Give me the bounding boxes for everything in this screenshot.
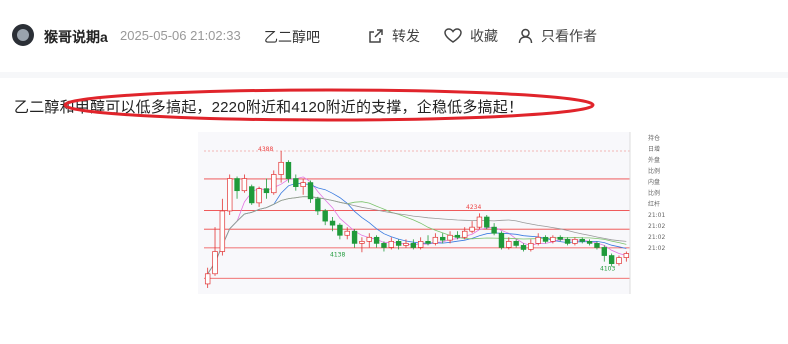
candle-body	[388, 241, 394, 248]
favorite-label: 收藏	[470, 28, 498, 44]
price-label: 4138	[330, 251, 345, 258]
candle-body	[454, 234, 461, 238]
candle-body	[307, 182, 314, 200]
side-label: 21:02	[648, 223, 665, 230]
candle-body	[586, 241, 593, 244]
author-only-label: 只看作者	[541, 28, 597, 44]
candle-body	[564, 238, 571, 244]
moving-average-line	[207, 196, 627, 275]
chart-image[interactable]: 438843190.80942410.61841950.50041490.382…	[198, 132, 680, 294]
candle-body	[608, 255, 615, 265]
candle-body	[528, 243, 534, 250]
divider	[0, 72, 788, 78]
candle-body	[520, 245, 527, 250]
candle-body	[271, 174, 277, 194]
candle-body	[315, 198, 321, 212]
side-label: 日增	[648, 145, 660, 153]
candle-body	[462, 230, 468, 238]
candle-body	[542, 236, 549, 242]
candle-body	[403, 243, 409, 246]
candle-body	[366, 236, 372, 242]
post-timestamp: 2025-05-06 21:02:33	[120, 28, 241, 43]
side-label: 21:01	[648, 212, 665, 219]
candle-body	[469, 226, 475, 232]
moving-average-line	[207, 176, 627, 275]
candle-body	[344, 230, 350, 236]
side-label: 内盘	[648, 178, 660, 186]
candle-body	[432, 236, 439, 244]
candle-body	[484, 216, 490, 228]
candle-body	[204, 273, 211, 285]
candle-body	[322, 210, 328, 222]
share-icon	[369, 29, 383, 43]
candle-body	[557, 236, 563, 240]
candle-body	[293, 178, 299, 187]
candle-body	[550, 236, 556, 242]
moving-average-line	[207, 182, 627, 275]
candle-body	[241, 178, 248, 192]
side-label: 外盘	[648, 156, 660, 164]
candle-body	[285, 161, 292, 179]
candle-body	[381, 243, 387, 248]
candle-body	[263, 188, 270, 194]
heart-icon	[444, 28, 462, 43]
candle-body	[594, 243, 600, 248]
candle-body	[498, 232, 505, 248]
candle-body	[256, 188, 262, 204]
candle-body	[219, 210, 226, 252]
candle-body	[249, 186, 255, 204]
candle-body	[300, 182, 306, 187]
candle-body	[572, 238, 578, 244]
side-label: 21:02	[648, 234, 665, 241]
candle-body	[278, 161, 284, 175]
candle-body	[329, 220, 336, 226]
candle-body	[395, 241, 402, 246]
candle-body	[212, 251, 218, 275]
post-header: 猴哥说期a 2025-05-06 21:02:33 乙二醇吧 转发 收藏 只看作…	[0, 0, 788, 72]
share-label: 转发	[392, 28, 420, 44]
candle-body	[513, 241, 519, 246]
forum-name[interactable]: 乙二醇吧	[264, 27, 320, 47]
side-label: 21:02	[648, 245, 665, 252]
candle-body	[417, 241, 424, 248]
author-only-button[interactable]: 只看作者	[518, 26, 597, 46]
side-label: 持仓	[648, 134, 660, 142]
avatar[interactable]	[12, 24, 34, 46]
candle-body	[234, 178, 240, 192]
candle-body	[227, 178, 233, 212]
candle-body	[425, 241, 431, 244]
candle-body	[476, 216, 483, 228]
candle-body	[447, 234, 453, 241]
candle-body	[373, 236, 380, 244]
candle-body	[440, 236, 446, 241]
candle-body	[579, 238, 585, 242]
candlestick-chart: 438843190.80942410.61841950.50041490.382…	[204, 132, 680, 294]
person-icon	[518, 28, 533, 44]
favorite-button[interactable]: 收藏	[444, 26, 498, 46]
price-label: 4234	[466, 204, 481, 211]
candle-body	[359, 241, 365, 244]
candle-body	[616, 257, 622, 265]
candle-body	[351, 230, 358, 244]
moving-average-line	[207, 196, 627, 275]
author-name[interactable]: 猴哥说期a	[44, 27, 108, 47]
side-label: 红杆	[648, 200, 660, 208]
side-label: 比例	[648, 167, 660, 175]
side-label: 比例	[648, 189, 660, 197]
price-label: 4388	[258, 146, 273, 153]
candle-body	[506, 241, 512, 248]
highlight-ellipse	[63, 88, 595, 122]
price-label: 4103	[600, 266, 615, 273]
candle-body	[535, 236, 541, 244]
candle-body	[410, 243, 417, 248]
share-button[interactable]: 转发	[368, 26, 420, 46]
candle-body	[337, 224, 343, 236]
candle-body	[623, 253, 630, 258]
candle-body	[601, 247, 607, 256]
candle-body	[491, 226, 497, 234]
